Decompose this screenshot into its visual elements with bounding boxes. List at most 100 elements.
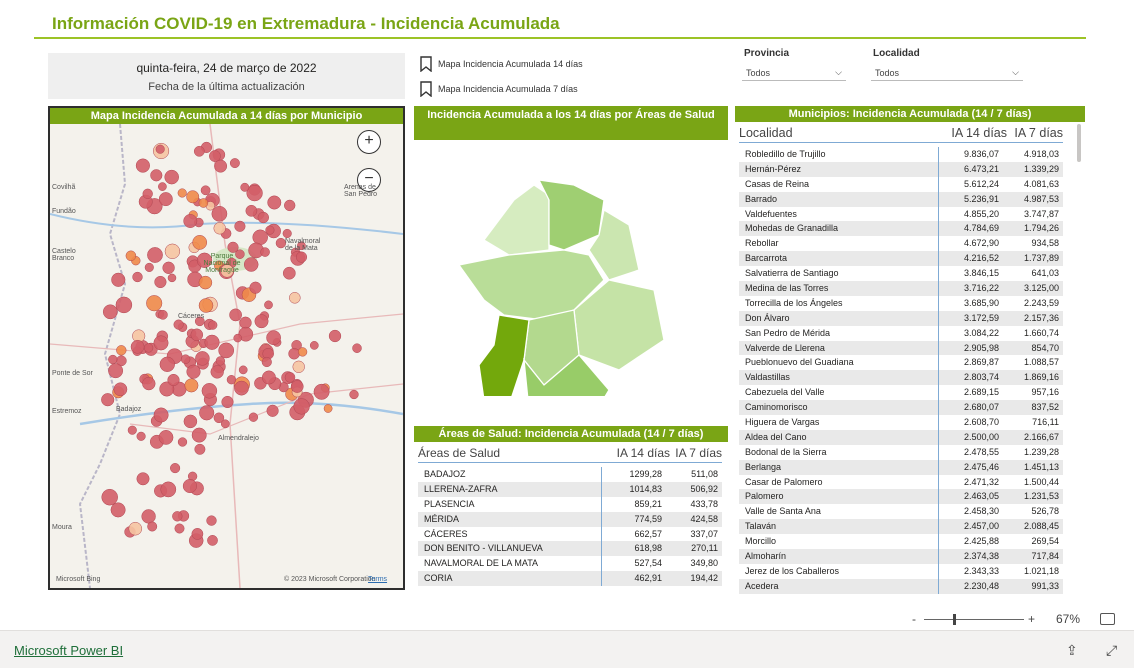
municipio-marker[interactable] (266, 404, 279, 417)
municipio-marker[interactable] (164, 243, 181, 259)
municipio-marker[interactable] (177, 437, 188, 447)
municipio-marker[interactable] (115, 296, 133, 314)
table-row[interactable]: Acedera 2.230,48 991,33 (739, 578, 1063, 594)
municipio-marker[interactable] (101, 393, 115, 407)
municipio-marker[interactable] (289, 292, 301, 304)
table-row[interactable]: Talaván 2.457,00 2.088,45 (739, 519, 1063, 535)
municipio-marker[interactable] (127, 425, 137, 435)
municipio-marker[interactable] (141, 509, 156, 524)
table-row[interactable]: Salvatierra de Santiago 3.846,15 641,03 (739, 266, 1063, 282)
provincia-dropdown[interactable]: Todos ⌵ (742, 65, 846, 81)
municipio-marker[interactable] (254, 314, 269, 329)
municipio-marker[interactable] (116, 345, 127, 356)
municipio-marker[interactable] (199, 405, 215, 421)
municipio-marker[interactable] (159, 356, 175, 372)
municipio-marker[interactable] (182, 478, 197, 494)
table-row[interactable]: Barcarrota 4.216,52 1.737,89 (739, 251, 1063, 267)
municipio-marker[interactable] (195, 351, 210, 366)
municipio-marker[interactable] (147, 247, 163, 263)
table-row[interactable]: PLASENCIA 859,21 433,78 (418, 496, 722, 512)
municipio-marker[interactable] (172, 511, 183, 522)
municipio-marker[interactable] (238, 365, 248, 375)
municipio-marker[interactable] (323, 404, 333, 413)
municipio-marker[interactable] (349, 389, 359, 400)
municipio-marker[interactable] (158, 182, 167, 191)
table-row[interactable]: Jerez de los Caballeros 2.343,33 1.021,18 (739, 563, 1063, 579)
municipio-marker[interactable] (309, 341, 319, 350)
table-row[interactable]: NAVALMORAL DE LA MATA 527,54 349,80 (418, 556, 722, 572)
municipio-marker[interactable] (194, 443, 206, 455)
municipio-marker[interactable] (221, 395, 234, 409)
municipio-marker[interactable] (143, 343, 154, 353)
municipio-marker[interactable] (201, 383, 218, 399)
municipio-marker[interactable] (128, 521, 143, 536)
table-row[interactable]: Valle de Santa Ana 2.458,30 526,78 (739, 504, 1063, 520)
municipio-marker[interactable] (190, 328, 204, 342)
municipio-marker[interactable] (243, 257, 259, 272)
municipio-marker[interactable] (266, 330, 281, 346)
table-row[interactable]: Rebollar 4.672,90 934,58 (739, 236, 1063, 252)
municipio-marker[interactable] (155, 144, 165, 154)
map-terms-link[interactable]: Terms (368, 576, 387, 583)
municipio-marker[interactable] (135, 158, 150, 173)
municipio-marker[interactable] (260, 247, 270, 257)
municipio-marker[interactable] (295, 251, 308, 263)
municipio-marker[interactable] (257, 211, 269, 224)
municipio-marker[interactable] (167, 273, 177, 283)
municipio-marker[interactable] (154, 275, 167, 289)
municipio-marker[interactable] (252, 229, 268, 246)
municipio-marker[interactable] (282, 228, 292, 239)
table-row[interactable]: Robledillo de Trujillo 9.836,07 4.918,03 (739, 147, 1063, 162)
municipio-marker[interactable] (170, 463, 181, 474)
municipio-marker[interactable] (249, 281, 262, 294)
municipio-marker[interactable] (233, 333, 242, 343)
municipio-marker[interactable] (267, 195, 282, 210)
col-ia14[interactable]: IA 14 días (610, 446, 670, 460)
municipio-marker[interactable] (206, 515, 217, 526)
municipio-marker[interactable] (265, 225, 275, 235)
municipio-marker[interactable] (213, 222, 226, 235)
municipio-marker[interactable] (352, 343, 362, 353)
zoom-slider[interactable] (924, 619, 1024, 620)
municipio-marker[interactable] (245, 204, 258, 217)
table-row[interactable]: Casas de Reina 5.612,24 4.081,63 (739, 176, 1063, 192)
zoom-minus-button[interactable]: - (912, 612, 916, 626)
municipio-marker[interactable] (226, 375, 237, 385)
municipio-marker[interactable] (292, 360, 305, 373)
municipio-marker[interactable] (125, 250, 137, 262)
municipio-marker[interactable] (186, 190, 200, 204)
table-row[interactable]: MÉRIDA 774,59 424,58 (418, 511, 722, 527)
municipio-marker[interactable] (240, 182, 250, 192)
municipio-marker[interactable] (211, 205, 228, 222)
municipio-marker[interactable] (207, 535, 218, 546)
table-row[interactable]: Valdastillas 2.803,74 1.869,16 (739, 370, 1063, 386)
municipio-marker[interactable] (282, 266, 296, 280)
municipio-marker[interactable] (132, 271, 143, 283)
table-row[interactable]: Valdefuentes 4.855,20 3.747,87 (739, 206, 1063, 222)
col-ia7[interactable]: IA 7 días (670, 446, 722, 460)
municipio-marker[interactable] (108, 354, 118, 365)
municipio-marker[interactable] (209, 150, 221, 162)
municipio-marker[interactable] (248, 412, 259, 422)
table-row[interactable]: Barrado 5.236,91 4.987,53 (739, 191, 1063, 207)
fullscreen-icon[interactable]: ⤢ (1106, 642, 1117, 659)
table-row[interactable]: Hernán-Pérez 6.473,21 1.339,29 (739, 161, 1063, 177)
municipio-marker[interactable] (191, 427, 207, 443)
table-row[interactable]: Palomero 2.463,05 1.231,53 (739, 489, 1063, 505)
table-row[interactable]: Casar de Palomero 2.471,32 1.500,44 (739, 474, 1063, 490)
municipio-marker[interactable] (234, 380, 249, 396)
municipio-marker[interactable] (173, 319, 184, 330)
municipio-marker[interactable] (198, 198, 209, 208)
municipio-marker[interactable] (130, 339, 145, 354)
municipio-marker[interactable] (229, 308, 242, 322)
municipio-marker[interactable] (108, 363, 124, 379)
municipio-marker[interactable] (136, 431, 146, 441)
zoom-plus-button[interactable]: + (1028, 612, 1035, 626)
municipio-marker[interactable] (264, 300, 273, 310)
municipio-marker[interactable] (288, 347, 300, 360)
table-row[interactable]: BADAJOZ 1299,28 511,08 (418, 467, 722, 482)
bookmark-14-dias[interactable]: Mapa Incidencia Acumulada 14 días (420, 56, 583, 72)
municipio-marker[interactable] (110, 502, 126, 518)
municipio-marker[interactable] (158, 192, 173, 207)
table-row[interactable]: DON BENITO - VILLANUEVA 618,98 270,11 (418, 541, 722, 557)
